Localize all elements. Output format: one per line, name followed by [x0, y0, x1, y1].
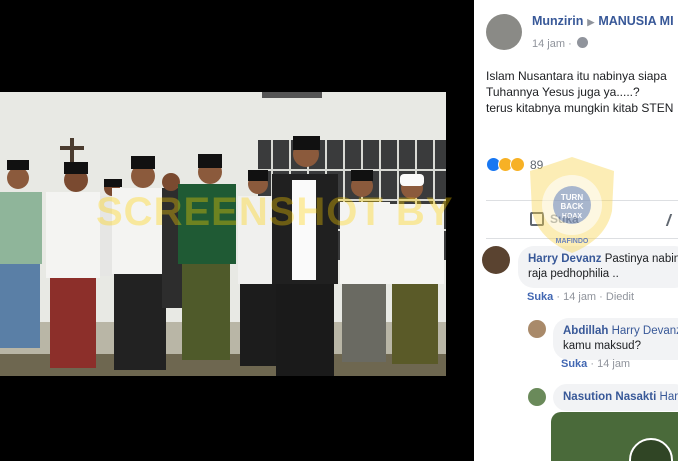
comment-actions: Suka · 14 jam: [561, 358, 631, 370]
post-timestamp: 14 jam ·: [532, 37, 588, 50]
mentioned-user[interactable]: Har: [660, 391, 678, 403]
commenter-avatar[interactable]: [528, 320, 546, 338]
comment-video-thumbnail[interactable]: [551, 412, 678, 461]
comment-bubble: Nasution Nasakti Har: [553, 384, 678, 411]
comment-like-link[interactable]: Suka: [527, 291, 553, 303]
commenter-avatar[interactable]: [482, 246, 510, 274]
comment-edited[interactable]: Diedit: [606, 291, 634, 303]
commenter-name[interactable]: Abdillah: [563, 325, 608, 337]
comment-time[interactable]: 14 jam: [563, 291, 596, 303]
comment-text: kamu maksud?: [563, 340, 641, 352]
badge-text: HOAX: [562, 213, 583, 220]
post-line: Tuhannya Yesus juga ya.....?: [486, 85, 640, 99]
mentioned-user[interactable]: Harry Devanz: [612, 325, 678, 337]
commenter-name[interactable]: Nasution Nasakti: [563, 391, 656, 403]
post-time[interactable]: 14 jam: [532, 38, 565, 50]
badge-text: TURN: [561, 193, 583, 202]
triangle-right-icon: ▶: [587, 17, 595, 27]
post-line: terus kitabnya mungkin kitab STEN: [486, 101, 674, 115]
comment-bubble: Abdillah Harry Devanz kamu maksud?: [553, 318, 678, 360]
comment-like-link[interactable]: Suka: [561, 358, 587, 370]
group-name[interactable]: MANUSIA MI: [598, 14, 673, 28]
turnbackhoax-badge: TURN BACK HOAX MAFINDO: [526, 155, 618, 255]
comment-text: raja pedhophilia ..: [528, 268, 619, 280]
badge-text: BACK: [560, 202, 583, 211]
commenter-avatar[interactable]: [528, 388, 546, 406]
comment-actions: Suka · 14 jam · Diedit: [527, 291, 635, 303]
badge-bottom-text: MAFINDO: [556, 238, 589, 245]
post-body: Islam Nusantara itu nabinya siapa Tuhann…: [486, 68, 678, 116]
comment-time[interactable]: 14 jam: [597, 358, 630, 370]
globe-icon: [576, 37, 588, 48]
post-line: Islam Nusantara itu nabinya siapa: [486, 69, 667, 83]
reply-comment: Abdillah Harry Devanz kamu maksud?: [528, 318, 678, 360]
wow-reaction-icon: [510, 157, 525, 172]
screenshot-watermark: SCREENSHOT BY: [96, 190, 454, 234]
reply-comment: Nasution Nasakti Har: [528, 384, 678, 411]
post-header: Munzirin ▶ MANUSIA MI: [532, 14, 674, 28]
author-avatar[interactable]: [486, 14, 522, 50]
author-name[interactable]: Munzirin: [532, 14, 583, 28]
play-icon[interactable]: [629, 438, 673, 461]
share-icon[interactable]: [665, 214, 678, 226]
badge-shield-icon: TURN BACK HOAX MAFINDO: [530, 157, 614, 253]
